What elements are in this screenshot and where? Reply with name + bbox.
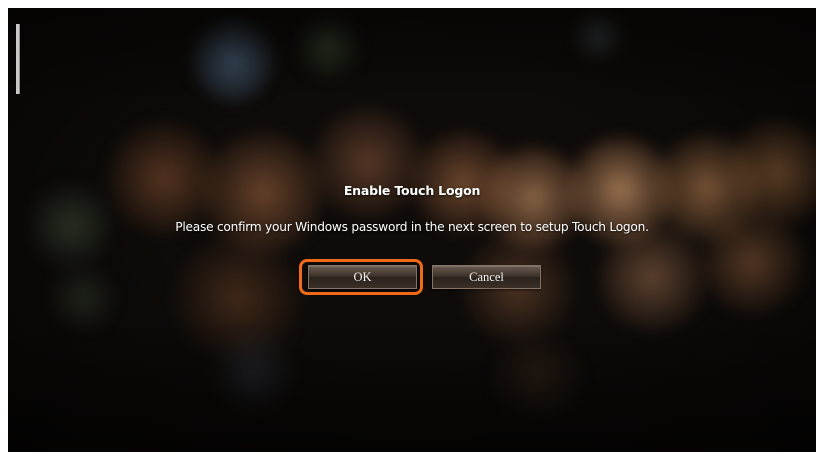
dialog-buttons: OK Cancel [299, 259, 549, 297]
window-edge [16, 24, 20, 94]
enable-touch-logon-dialog: Enable Touch Logon Please confirm your W… [8, 183, 816, 234]
touch-logon-screen: Enable Touch Logon Please confirm your W… [8, 8, 816, 452]
ok-button[interactable]: OK [308, 265, 417, 289]
dialog-message: Please confirm your Windows password in … [175, 220, 649, 234]
dialog-title: Enable Touch Logon [343, 183, 481, 198]
cancel-button[interactable]: Cancel [432, 265, 541, 289]
